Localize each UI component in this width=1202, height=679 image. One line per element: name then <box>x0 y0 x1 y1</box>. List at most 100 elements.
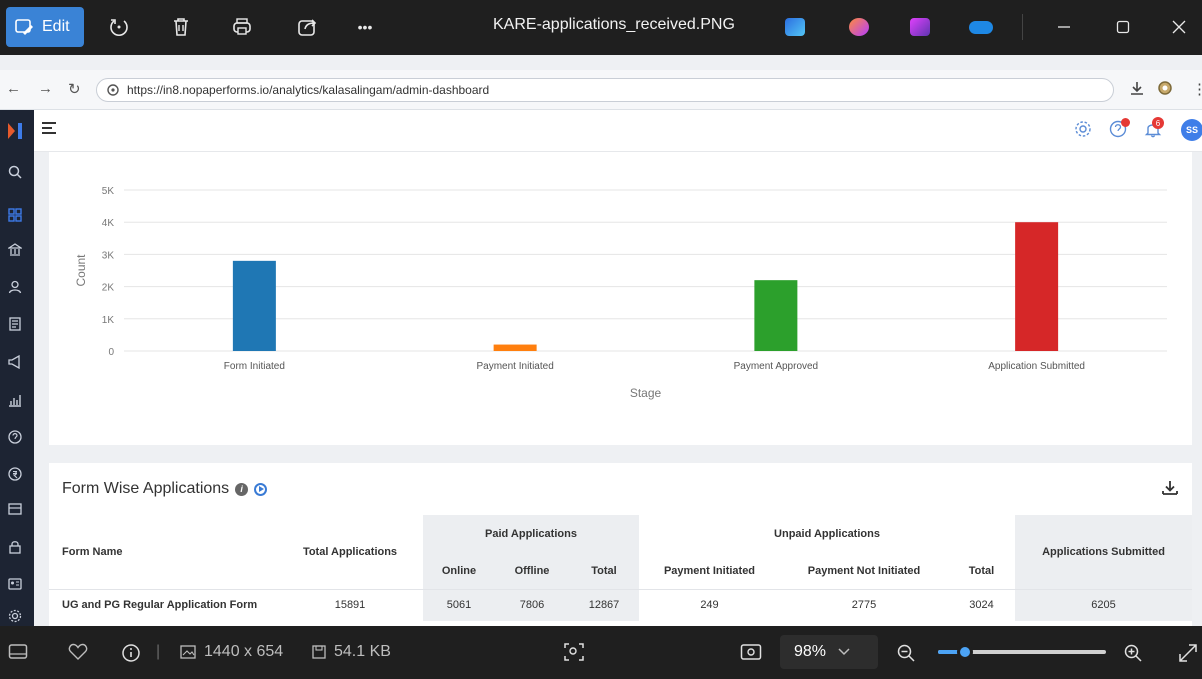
cell-applications-submitted: 6205 <box>1015 588 1192 621</box>
settings-rail-icon[interactable] <box>4 606 26 626</box>
left-nav-rail <box>0 110 34 626</box>
app-header: 6 SS <box>34 110 1202 152</box>
url-text: https://in8.nopaperforms.io/analytics/ka… <box>127 83 490 97</box>
y-tick-label: 0 <box>108 347 114 358</box>
form-icon[interactable] <box>4 314 26 334</box>
zoom-level: 98% <box>794 643 827 660</box>
x-tick-label: Application Submitted <box>988 361 1085 372</box>
share-icon[interactable] <box>294 12 320 42</box>
form-wise-applications-card: Form Wise Applications i Form Name Total… <box>49 463 1192 626</box>
user-icon[interactable] <box>4 277 26 297</box>
browser-address-bar: ← → ↻ https://in8.nopaperforms.io/analyt… <box>0 70 1202 110</box>
cell-payment-not-initiated: 2775 <box>780 588 948 621</box>
site-info-icon[interactable] <box>107 84 119 96</box>
institution-icon[interactable] <box>4 240 26 260</box>
rotate-icon[interactable] <box>106 12 132 42</box>
back-icon[interactable]: ← <box>6 80 21 97</box>
image-dimensions: 1440 x 654 <box>180 643 283 661</box>
cell-form-name: UG and PG Regular Application Form <box>49 588 277 621</box>
y-tick-label: 3K <box>102 250 115 261</box>
toolbar-separator <box>1022 14 1023 40</box>
zoom-select[interactable]: 98% <box>780 635 878 669</box>
cell-offline: 7806 <box>495 588 569 621</box>
dimensions-text: 1440 x 654 <box>204 643 284 660</box>
dashboard-icon[interactable] <box>4 205 26 225</box>
fullscreen-icon[interactable] <box>1178 643 1198 663</box>
fit-to-window-icon[interactable] <box>740 643 762 661</box>
col-offline: Offline <box>495 553 569 589</box>
x-axis-label: Stage <box>630 386 662 400</box>
designer-app-icon[interactable] <box>849 18 869 36</box>
save-icon <box>312 645 326 659</box>
form-wise-table: Form Name Total Applications Paid Applic… <box>49 515 1192 621</box>
edit-image-icon <box>15 19 33 35</box>
y-tick-label: 2K <box>102 283 115 294</box>
cell-unpaid-total: 3024 <box>948 588 1015 621</box>
col-payment-not-initiated: Payment Not Initiated <box>807 564 921 577</box>
download-icon[interactable] <box>1129 80 1145 100</box>
print-icon[interactable] <box>229 12 255 42</box>
onedrive-icon[interactable] <box>969 21 993 34</box>
play-icon[interactable] <box>254 482 268 496</box>
search-icon[interactable] <box>4 162 26 182</box>
inbox-icon[interactable] <box>4 499 26 519</box>
info-icon[interactable]: i <box>235 482 249 496</box>
visual-search-icon[interactable] <box>562 640 586 664</box>
browser-menu-icon[interactable]: ⋮ <box>1192 80 1202 98</box>
reload-icon[interactable]: ↻ <box>68 80 81 98</box>
col-paid-total: Total <box>569 553 639 589</box>
x-tick-label: Payment Approved <box>734 361 819 372</box>
viewer-status-bar: | 1440 x 654 54.1 KB 98% <box>0 626 1202 679</box>
file-title: KARE-applications_received.PNG <box>493 16 735 33</box>
settings-icon[interactable] <box>1074 120 1092 143</box>
x-tick-label: Payment Initiated <box>476 361 553 372</box>
campaign-icon[interactable] <box>4 352 26 372</box>
brand-logo <box>8 123 22 139</box>
edit-button[interactable]: Edit <box>6 7 84 47</box>
zoom-out-icon[interactable] <box>896 643 916 663</box>
extension-icon[interactable] <box>1157 80 1173 100</box>
y-tick-label: 4K <box>102 218 115 229</box>
more-icon[interactable]: ••• <box>352 12 378 42</box>
analytics-icon[interactable] <box>4 390 26 410</box>
user-avatar[interactable]: SS <box>1181 119 1202 141</box>
edit-label: Edit <box>42 18 70 35</box>
photos-app-icon[interactable] <box>785 18 805 36</box>
zoom-slider-handle[interactable] <box>956 644 973 660</box>
filmstrip-icon[interactable] <box>8 643 28 661</box>
payment-icon[interactable] <box>4 464 26 484</box>
cell-paid-total: 12867 <box>569 588 639 621</box>
file-size: 54.1 KB <box>312 643 391 661</box>
download-report-icon[interactable] <box>1161 479 1179 497</box>
col-form-name: Form Name <box>62 545 123 558</box>
lock-icon[interactable] <box>4 537 26 557</box>
cell-online: 5061 <box>423 588 495 621</box>
help-icon[interactable] <box>4 427 26 447</box>
bar-form-initiated <box>232 260 276 351</box>
col-applications-submitted: Applications Submitted <box>1015 515 1192 589</box>
file-info-icon[interactable] <box>121 643 141 663</box>
menu-toggle-icon[interactable] <box>42 122 56 137</box>
viewer-toolbar: Edit ••• KARE-applications_received.PNG <box>0 0 1202 55</box>
col-unpaid-applications: Unpaid Applications <box>774 528 880 540</box>
dimensions-icon <box>180 645 196 659</box>
help-alert-badge <box>1121 118 1130 127</box>
y-tick-label: 1K <box>102 315 115 326</box>
id-card-icon[interactable] <box>4 574 26 594</box>
url-bar[interactable]: https://in8.nopaperforms.io/analytics/ka… <box>96 78 1114 102</box>
stage-count-chart: 0 1K 2K 3K 4K 5K Form Initiated Payment Initiat… <box>49 152 1192 445</box>
close-icon[interactable] <box>1159 12 1199 42</box>
zoom-slider[interactable] <box>938 644 1106 660</box>
table-row[interactable]: UG and PG Regular Application Form 15891… <box>49 588 1192 621</box>
clipchamp-app-icon[interactable] <box>910 18 930 36</box>
maximize-icon[interactable] <box>1103 12 1143 42</box>
zoom-in-icon[interactable] <box>1123 643 1143 663</box>
col-total-applications: Total Applications <box>302 545 398 558</box>
minimize-icon[interactable] <box>1044 12 1084 42</box>
delete-icon[interactable] <box>168 12 194 42</box>
cell-total-applications: 15891 <box>277 588 423 621</box>
forward-icon[interactable]: → <box>38 80 53 97</box>
cell-payment-initiated: 249 <box>639 588 780 621</box>
favorite-icon[interactable] <box>68 643 88 661</box>
y-axis-label: Count <box>74 254 88 287</box>
